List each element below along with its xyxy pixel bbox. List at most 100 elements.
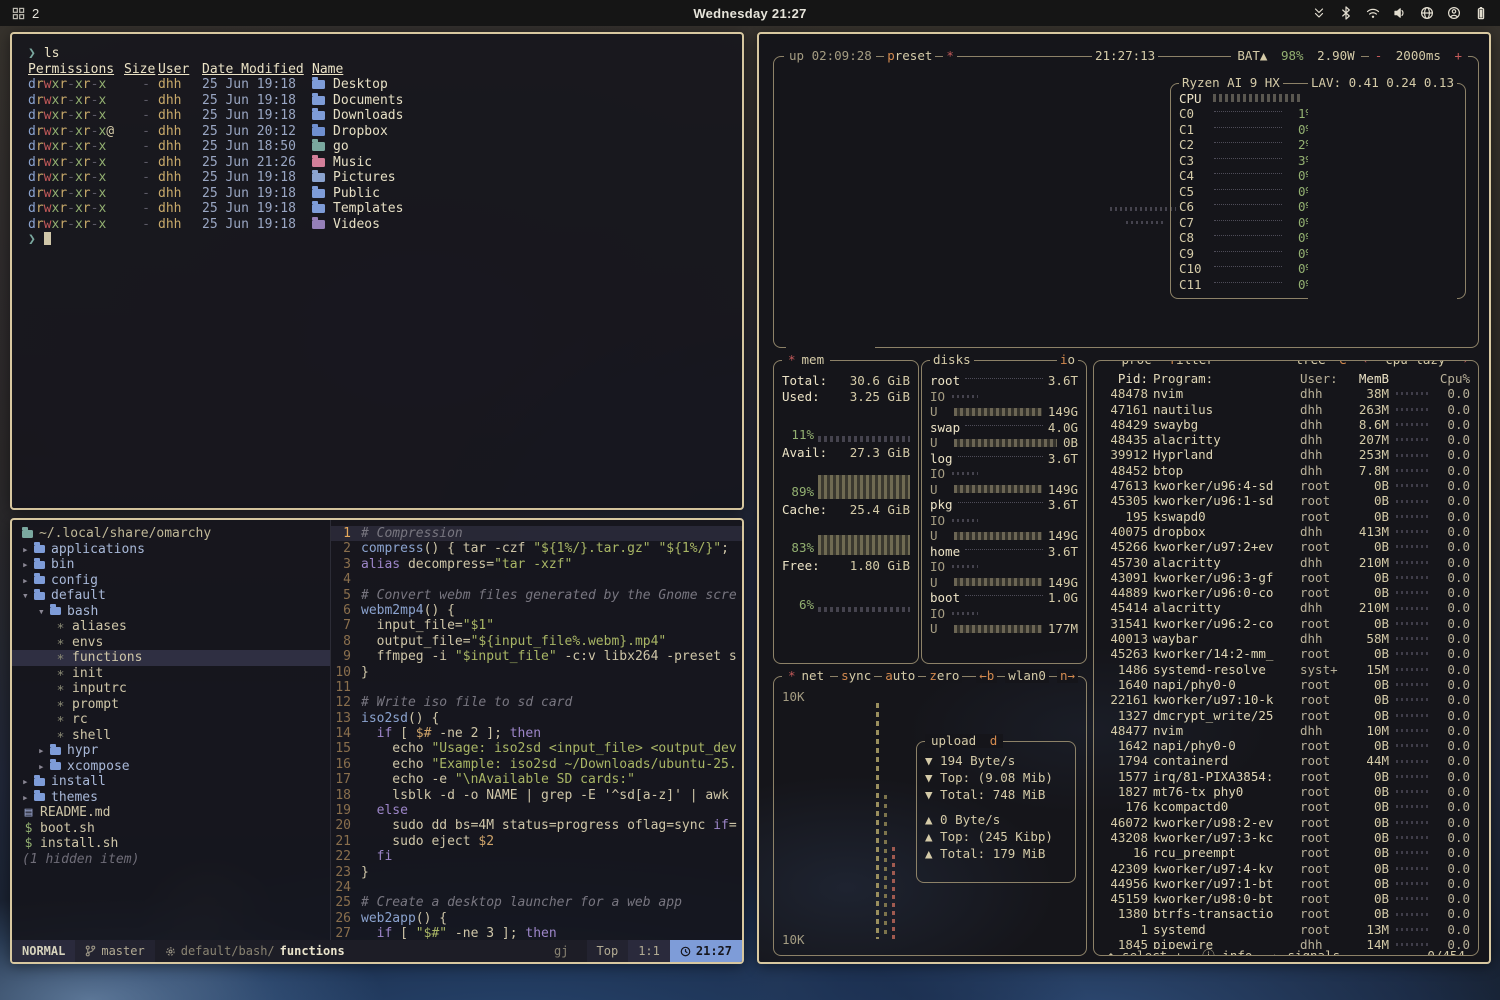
proc-row[interactable]: 1827mt76-tx phy0root0B0.0 (1102, 784, 1470, 799)
proc-row[interactable]: 31541kworker/u96:2-coroot0B0.0 (1102, 616, 1470, 631)
btop-window[interactable]: *cpu menu preset * 21:27:13 BAT▲ 98% 2.9… (757, 32, 1491, 964)
file-tree[interactable]: ~/.local/share/omarchy▸applications▸bin▸… (12, 520, 330, 940)
proc-row[interactable]: 45263kworker/14:2-mm_root0B0.0 (1102, 646, 1470, 661)
chevron-right-icon: ▸ (22, 557, 34, 573)
file-icon: ∗ (54, 697, 67, 713)
proc-row[interactable]: 48452btopdhh7.8M0.0 (1102, 463, 1470, 478)
io-toggle[interactable]: io (1057, 353, 1078, 367)
proc-row[interactable]: 45730alacrittydhh210M0.0 (1102, 555, 1470, 570)
battery-status: BAT▲ 98% 2.90W (1231, 49, 1360, 63)
chevron-right-icon: ▸ (38, 759, 50, 775)
tree-item[interactable]: ▾bash (12, 604, 330, 620)
file-icon: ∗ (54, 635, 67, 651)
proc-row[interactable]: 1577irq/81-PIXA3854:root0B0.0 (1102, 769, 1470, 784)
proc-row[interactable]: 47613kworker/u96:4-sdroot0B0.0 (1102, 478, 1470, 493)
proc-row[interactable]: 1486systemd-resolvesyst+15M0.0 (1102, 662, 1470, 677)
net-auto-toggle[interactable]: auto (882, 669, 918, 683)
proc-row[interactable]: 44956kworker/u97:1-btroot0B0.0 (1102, 876, 1470, 891)
tree-item[interactable]: ▸install (12, 774, 330, 790)
tree-item[interactable]: ∗inputrc (12, 681, 330, 697)
proc-row[interactable]: 46072kworker/u98:2-evroot0B0.0 (1102, 815, 1470, 830)
proc-row[interactable]: 40013waybardhh58M0.0 (1102, 631, 1470, 646)
ls-listing: PermissionsSizeUserDate ModifiedNamedrwx… (28, 62, 726, 233)
tree-item[interactable]: (1 hidden item) (12, 852, 330, 868)
proc-row[interactable]: 195kswapd0root0B0.0 (1102, 509, 1470, 524)
proc-signals-hint[interactable]: ← signals (1269, 949, 1343, 956)
updates-icon[interactable] (1312, 6, 1326, 20)
terminal-cursor[interactable] (44, 232, 51, 245)
proc-row[interactable]: 48477nvimdhh10M0.0 (1102, 723, 1470, 738)
filter-button[interactable]: filter (1166, 360, 1217, 367)
line-number: 6 (331, 603, 361, 618)
tree-item[interactable]: ▸config (12, 573, 330, 589)
code-area[interactable]: 1# Compression2compress() { tar -czf "${… (330, 520, 742, 940)
iface-next-button[interactable]: n→ (1057, 669, 1078, 683)
user-icon[interactable] (1447, 6, 1461, 20)
tree-item[interactable]: ▸themes (12, 790, 330, 806)
net-zero-toggle[interactable]: zero (926, 669, 962, 683)
editor-window[interactable]: ~/.local/share/omarchy▸applications▸bin▸… (10, 518, 744, 964)
tree-toggle[interactable]: tree e (1290, 360, 1353, 367)
tree-item[interactable]: ~/.local/share/omarchy (12, 526, 330, 542)
tree-item[interactable]: ∗init (12, 666, 330, 682)
tree-item[interactable]: ∗prompt (12, 697, 330, 713)
sort-column: cpu lazy (1382, 360, 1448, 367)
tree-item[interactable]: ▸xcompose (12, 759, 330, 775)
proc-row[interactable]: 48435alacrittydhh207M0.0 (1102, 432, 1470, 447)
tree-item[interactable]: $boot.sh (12, 821, 330, 837)
proc-row[interactable]: 45266kworker/u97:2+evroot0B0.0 (1102, 539, 1470, 554)
proc-row[interactable]: 48429swaybgdhh8.6M0.0 (1102, 417, 1470, 432)
proc-row[interactable]: 48478nvimdhh38M0.0 (1102, 386, 1470, 401)
tree-item[interactable]: ▸hypr (12, 743, 330, 759)
proc-row[interactable]: 1327dmcrypt_write/25root0B0.0 (1102, 708, 1470, 723)
proc-row[interactable]: 43208kworker/u97:3-kcroot0B0.0 (1102, 830, 1470, 845)
tree-item[interactable]: ∗rc (12, 712, 330, 728)
proc-row[interactable]: 45305kworker/u96:1-sdroot0B0.0 (1102, 493, 1470, 508)
proc-header[interactable]: Pid:Program:User:MemBCpu% (1102, 371, 1470, 386)
chevron-right-icon: ▸ (22, 774, 34, 790)
proc-row[interactable]: 45159kworker/u98:0-btroot0B0.0 (1102, 891, 1470, 906)
tree-item[interactable]: ∗aliases (12, 619, 330, 635)
tree-item[interactable]: ▸bin (12, 557, 330, 573)
git-branch[interactable]: master (75, 940, 154, 962)
proc-row[interactable]: 1systemdroot13M0.0 (1102, 922, 1470, 937)
bluetooth-icon[interactable] (1339, 6, 1353, 20)
code-line: 18 lsblk -d -o NAME | grep -E '^sd[a-z]'… (331, 788, 742, 803)
tree-item[interactable]: ∗functions (12, 650, 330, 666)
sort-next-button[interactable]: → (1456, 360, 1470, 367)
wifi-icon[interactable] (1366, 6, 1380, 20)
battery-icon[interactable] (1474, 6, 1488, 20)
net-sync-toggle[interactable]: sync (838, 669, 874, 683)
preset-button[interactable]: preset (884, 49, 935, 63)
tree-item[interactable]: ▸applications (12, 542, 330, 558)
proc-row[interactable]: 45414alacrittydhh210M0.0 (1102, 600, 1470, 615)
proc-row[interactable]: 1794containerdroot44M0.0 (1102, 753, 1470, 768)
tree-item[interactable]: ▤README.md (12, 805, 330, 821)
proc-row[interactable]: 39912Hyprlanddhh253M0.0 (1102, 447, 1470, 462)
proc-row[interactable]: 42309kworker/u97:4-kvroot0B0.0 (1102, 861, 1470, 876)
proc-row[interactable]: 44889kworker/u96:0-coroot0B0.0 (1102, 585, 1470, 600)
proc-row[interactable]: 40075dropboxdhh413M0.0 (1102, 524, 1470, 539)
terminal-body[interactable]: ❯ls PermissionsSizeUserDate ModifiedName… (12, 34, 742, 260)
tree-item[interactable]: ∗envs (12, 635, 330, 651)
volume-icon[interactable] (1393, 6, 1407, 20)
interval-control[interactable]: - 2000ms + (1369, 49, 1468, 63)
tree-item[interactable]: $install.sh (12, 836, 330, 852)
proc-info-hint[interactable]: ⓘ info (1199, 949, 1255, 956)
proc-row[interactable]: 43091kworker/u96:3-gfroot0B0.0 (1102, 570, 1470, 585)
proc-row[interactable]: 1380btrfs-transactioroot0B0.0 (1102, 906, 1470, 921)
iface-prev-button[interactable]: ←b (976, 669, 997, 683)
proc-row[interactable]: 16rcu_preemptroot0B0.0 (1102, 845, 1470, 860)
proc-row[interactable]: 22161kworker/u97:10-kroot0B0.0 (1102, 692, 1470, 707)
tree-item[interactable]: ▾default (12, 588, 330, 604)
proc-row[interactable]: 176kcompactd0root0B0.0 (1102, 799, 1470, 814)
terminal-window[interactable]: ❯ls PermissionsSizeUserDate ModifiedName… (10, 32, 744, 510)
proc-row[interactable]: 1642napi/phy0-0root0B0.0 (1102, 738, 1470, 753)
proc-row[interactable]: 1640napi/phy0-0root0B0.0 (1102, 677, 1470, 692)
tree-item[interactable]: ∗shell (12, 728, 330, 744)
proc-row[interactable]: 47161nautilusdhh263M0.0 (1102, 402, 1470, 417)
network-icon[interactable] (1420, 6, 1434, 20)
line-number: 24 (331, 880, 361, 895)
proc-select-hint[interactable]: ↑ select ↓ (1104, 949, 1185, 956)
sort-prev-button[interactable]: ← (1361, 360, 1375, 367)
